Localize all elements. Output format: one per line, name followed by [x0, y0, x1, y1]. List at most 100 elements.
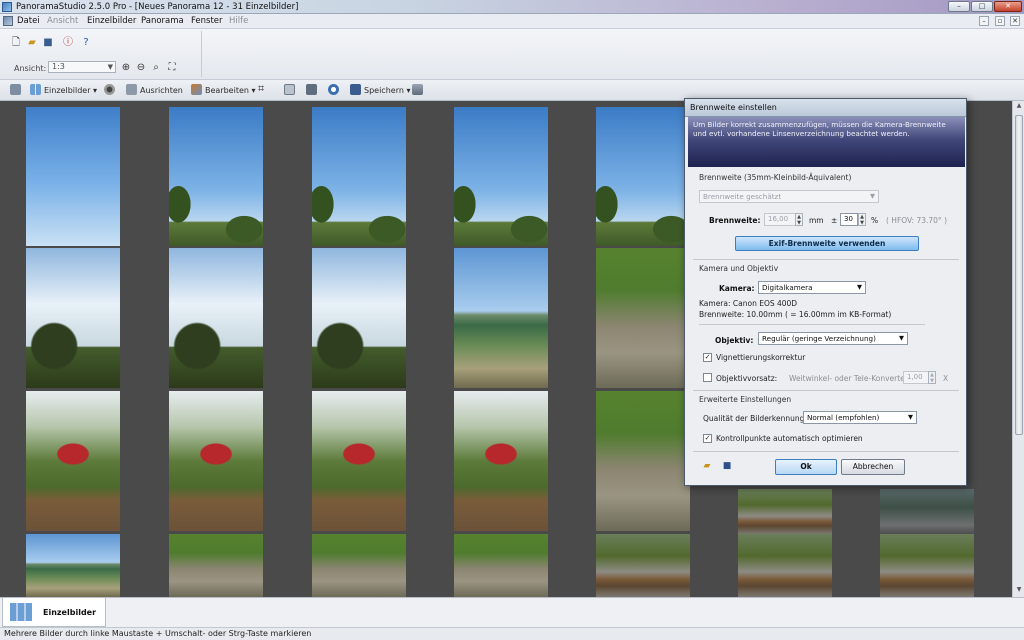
ansicht-label: Ansicht:: [14, 64, 47, 73]
mdi-restore-button[interactable]: ▫: [995, 16, 1005, 26]
scroll-down-icon[interactable]: ▼: [1014, 586, 1024, 596]
image-thumbnail[interactable]: [26, 391, 120, 531]
image-thumbnail[interactable]: [169, 534, 263, 597]
dialog-title-bar[interactable]: Brennweite einstellen: [685, 99, 966, 117]
chevron-down-icon: ▼: [870, 192, 875, 200]
image-thumbnail[interactable]: [596, 248, 690, 388]
import-icon: [10, 84, 21, 95]
image-thumbnail[interactable]: [880, 534, 974, 597]
image-thumbnail[interactable]: [454, 248, 548, 388]
menu-hilfe[interactable]: Hilfe: [229, 16, 248, 26]
image-thumbnail[interactable]: [169, 248, 263, 388]
mdi-minimize-button[interactable]: –: [979, 16, 989, 26]
tab-einzelbilder[interactable]: Einzelbilder: [2, 598, 106, 627]
image-thumbnail[interactable]: [26, 107, 120, 246]
einzelbilder-button[interactable]: Einzelbilder ▾: [30, 84, 97, 95]
vignette-checkbox[interactable]: ✓: [703, 353, 712, 362]
help-icon[interactable]: ?: [80, 37, 92, 49]
image-thumbnail[interactable]: [454, 534, 548, 597]
tolerance-spinner[interactable]: ▲ ▼: [858, 213, 866, 226]
image-thumbnail[interactable]: [880, 489, 974, 534]
zoom-fit-icon[interactable]: ⌕: [150, 62, 162, 74]
image-thumbnail[interactable]: [738, 534, 832, 597]
quality-label: Qualität der Bilderkennung:: [703, 414, 807, 423]
mdi-close-button[interactable]: ✕: [1010, 16, 1020, 26]
save-icon[interactable]: ■: [721, 461, 733, 472]
ausrichten-button[interactable]: Ausrichten: [126, 84, 183, 95]
image-thumbnail[interactable]: [26, 534, 120, 597]
converter-checkbox[interactable]: [703, 373, 712, 382]
minimize-button[interactable]: –: [948, 1, 970, 12]
menu-einzelbilder[interactable]: Einzelbilder: [87, 16, 136, 26]
image-thumbnail[interactable]: [312, 248, 406, 388]
dialog-intro: Um Bilder korrekt zusammenzufügen, müsse…: [693, 120, 946, 138]
print-button[interactable]: [306, 84, 320, 95]
image-thumbnail[interactable]: [26, 248, 120, 388]
crop-icon[interactable]: ⌗: [258, 82, 264, 96]
cancel-button[interactable]: Abbrechen: [841, 459, 905, 475]
image-thumbnail[interactable]: [169, 107, 263, 246]
image-thumbnail[interactable]: [596, 391, 690, 531]
image-thumbnail[interactable]: [596, 534, 690, 597]
zoom-in-icon[interactable]: ⊕: [120, 62, 132, 74]
image-thumbnail[interactable]: [454, 107, 548, 246]
menu-ansicht[interactable]: Ansicht: [47, 16, 78, 26]
document-icon[interactable]: [3, 16, 13, 26]
focal-mode-select[interactable]: Brennweite geschätzt ▼: [699, 190, 879, 203]
camera-info: Kamera: Canon EOS 400D: [699, 299, 798, 308]
camera-select[interactable]: Digitalkamera ▼: [758, 281, 866, 294]
maximize-button[interactable]: □: [971, 1, 993, 12]
menu-panorama[interactable]: Panorama: [141, 16, 184, 26]
converter-input[interactable]: 1,00: [903, 371, 929, 384]
fullscreen-icon[interactable]: ⛶: [166, 62, 178, 74]
align-icon: [126, 84, 137, 95]
image-thumbnail[interactable]: [312, 534, 406, 597]
image-thumbnail[interactable]: [312, 391, 406, 531]
use-exif-focal-button[interactable]: Exif-Brennweite verwenden: [735, 236, 919, 251]
status-bar: Mehrere Bilder durch linke Maustaste + U…: [0, 627, 1024, 640]
import-button[interactable]: [10, 84, 24, 95]
zoom-select[interactable]: 1:3 ▼: [48, 61, 116, 73]
optimize-checkbox[interactable]: ✓: [703, 434, 712, 443]
open-folder-icon[interactable]: ▰: [701, 461, 713, 472]
vertical-scrollbar[interactable]: ▲ ▼: [1012, 101, 1024, 597]
menu-datei[interactable]: Datei: [17, 16, 40, 26]
image-thumbnail[interactable]: [169, 391, 263, 531]
image-thumbnail[interactable]: [312, 107, 406, 246]
focal-unit: mm: [809, 216, 824, 225]
save-icon[interactable]: ■: [42, 37, 54, 49]
close-button[interactable]: ✕: [994, 1, 1022, 12]
einzelbilder-label: Einzelbilder: [44, 86, 91, 95]
new-file-icon[interactable]: 🗋: [10, 37, 22, 49]
zoom-out-icon[interactable]: ⊖: [135, 62, 147, 74]
export-button[interactable]: [284, 84, 298, 95]
info-icon[interactable]: ⓘ: [62, 37, 74, 49]
hfov-readout: ( HFOV: 73.70° ): [886, 216, 947, 225]
lens-button[interactable]: [104, 84, 118, 95]
focal-mode-value: Brennweite geschätzt: [703, 192, 782, 201]
speichern-button[interactable]: Speichern ▾: [350, 84, 410, 95]
bearbeiten-button[interactable]: Bearbeiten ▾: [191, 84, 256, 95]
share-button[interactable]: [412, 84, 426, 95]
speichern-label: Speichern: [364, 86, 404, 95]
refresh-icon: [328, 84, 339, 95]
app-icon: [2, 2, 12, 12]
lens-select[interactable]: Regulär (geringe Verzeichnung) ▼: [758, 332, 908, 345]
tolerance-input[interactable]: 30: [840, 213, 858, 226]
image-thumbnail[interactable]: [738, 489, 832, 534]
quality-select[interactable]: Normal (empfohlen) ▼: [803, 411, 917, 424]
menu-fenster[interactable]: Fenster: [191, 16, 223, 26]
focal-length-label: Brennweite:: [709, 216, 761, 225]
image-thumbnail[interactable]: [454, 391, 548, 531]
converter-spinner[interactable]: ▲ ▼: [928, 371, 936, 384]
open-folder-icon[interactable]: ▰: [26, 37, 38, 49]
scroll-up-icon[interactable]: ▲: [1014, 102, 1024, 112]
ok-button[interactable]: Ok: [775, 459, 837, 475]
optimize-label: Kontrollpunkte automatisch optimieren: [716, 434, 863, 443]
focal-spinner[interactable]: ▲ ▼: [795, 213, 803, 226]
image-thumbnail[interactable]: [596, 107, 690, 246]
scroll-thumb[interactable]: [1015, 115, 1023, 435]
divider: [693, 390, 959, 391]
camera-label: Kamera:: [719, 284, 755, 293]
refresh-button[interactable]: [328, 84, 342, 95]
